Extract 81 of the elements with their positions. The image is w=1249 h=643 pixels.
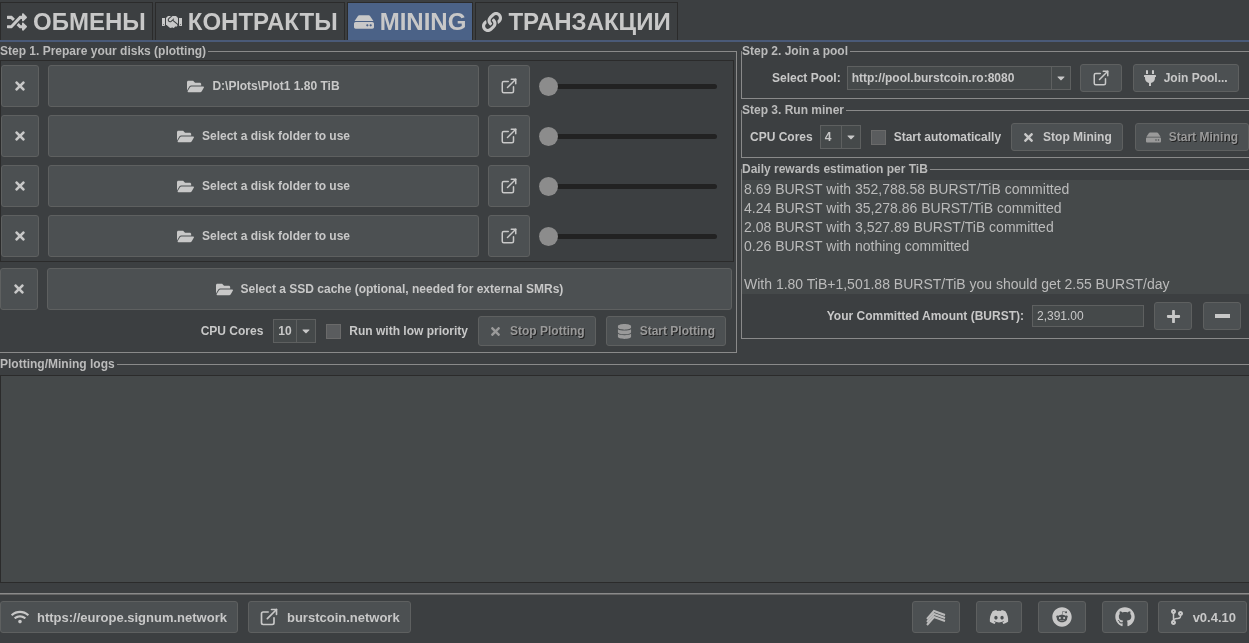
folder-button[interactable]: Select a disk folder to use <box>48 115 479 157</box>
reward-line: 2.08 BURST with 3,527.89 BURST/TiB committed <box>744 218 1055 237</box>
open-button[interactable] <box>1079 64 1122 92</box>
pool-label: Select Pool: <box>772 71 841 85</box>
tab[interactable]: КОНТРАКТЫ <box>154 2 345 40</box>
logo-button[interactable] <box>911 601 960 633</box>
close-icon <box>13 179 27 193</box>
external-link-icon <box>500 227 518 245</box>
committed-amount-field[interactable]: 2,391.00 <box>1032 305 1144 327</box>
close-icon <box>13 229 27 243</box>
close-icon <box>13 79 27 93</box>
panel-title: Step 2. Join a pool <box>742 44 849 58</box>
open-button[interactable] <box>488 65 530 107</box>
remove-button[interactable] <box>1 165 39 207</box>
folder-button[interactable]: D:\Plots\Plot1 1.80 TiB <box>48 65 479 107</box>
close-icon <box>12 282 26 296</box>
wifi-icon <box>11 608 29 626</box>
cat-icon <box>1114 607 1135 627</box>
slider[interactable] <box>539 176 717 196</box>
link-icon <box>482 11 503 32</box>
external-link-icon <box>500 77 518 95</box>
chat-bubble-icon <box>988 607 1009 627</box>
slider[interactable] <box>539 76 717 96</box>
panel-title: Step 1. Prepare your disks (plotting) <box>0 44 208 58</box>
external-link-icon <box>500 127 518 145</box>
join-pool-button[interactable]: Join Pool... <box>1132 64 1239 92</box>
external-link-icon <box>258 607 279 627</box>
panel-title: Plotting/Mining logs <box>0 357 116 371</box>
close-icon <box>13 129 27 143</box>
tab[interactable]: ТРАНЗАКЦИИ <box>475 2 678 40</box>
database-icon <box>616 323 632 339</box>
slider[interactable] <box>539 226 717 246</box>
checkbox-label: Run with low priority <box>349 324 468 338</box>
tab[interactable]: MINING <box>346 2 474 40</box>
cpu-cores-label: CPU Cores <box>200 324 264 338</box>
checkbox[interactable] <box>326 323 342 339</box>
open-button[interactable] <box>488 165 530 207</box>
minus-icon <box>1214 314 1230 318</box>
remove-button[interactable] <box>1 115 39 157</box>
close-icon <box>489 324 502 338</box>
subtract-button[interactable] <box>1203 302 1241 330</box>
discord-button[interactable] <box>975 601 1022 633</box>
stop-mining-button[interactable]: Stop Mining <box>1011 123 1123 151</box>
folder-button[interactable]: Select a disk folder to use <box>48 165 479 207</box>
cpu-cores-dropdown[interactable]: 4 <box>819 125 861 149</box>
committed-amount-label: Your Committed Amount (BURST): <box>826 309 1024 323</box>
folder-button[interactable]: Select a disk folder to use <box>48 215 479 257</box>
external-link-icon <box>1091 69 1110 87</box>
reddit-button[interactable] <box>1037 601 1086 633</box>
website-link-button[interactable]: burstcoin.network <box>247 601 411 633</box>
pool-dropdown[interactable]: http://pool.burstcoin.ro:8080 <box>846 66 1071 90</box>
remove-button[interactable] <box>1 215 39 257</box>
external-link-icon <box>500 177 518 195</box>
layers-icon <box>924 607 947 627</box>
shuffle-icon <box>7 11 27 32</box>
plus-icon <box>1165 308 1181 324</box>
tab[interactable]: ОБМЕНЫ <box>0 2 153 40</box>
plug-icon <box>1143 70 1156 86</box>
close-icon <box>1022 130 1036 144</box>
panel-title: Step 3. Run miner <box>742 103 846 117</box>
reward-line: 8.69 BURST with 352,788.58 BURST/TiB committed <box>744 180 1071 199</box>
add-button[interactable] <box>1154 302 1192 330</box>
checkbox-label: Start automatically <box>893 130 1002 144</box>
github-button[interactable] <box>1101 601 1148 633</box>
remove-button[interactable] <box>0 268 38 310</box>
open-button[interactable] <box>488 215 530 257</box>
reward-summary: With 1.80 TiB+1,501.88 BURST/TiB you should get 2.55 BURST/day <box>744 275 1171 294</box>
ssd-cache-button[interactable]: Select a SSD cache (optional, needed for external SMRs) <box>47 268 732 310</box>
reward-line: 4.24 BURST with 35,278.86 BURST/TiB committed <box>744 199 1063 218</box>
alien-icon <box>1051 607 1072 627</box>
version-button[interactable]: v0.4.10 <box>1157 601 1247 633</box>
remove-button[interactable] <box>1 65 39 107</box>
node-link-button[interactable]: https://europe.signum.network <box>0 601 238 633</box>
cpu-cores-label: CPU Cores <box>750 130 813 144</box>
reward-line: 0.26 BURST with nothing committed <box>744 237 971 256</box>
checkbox[interactable] <box>870 129 886 145</box>
cpu-cores-dropdown[interactable]: 10 <box>273 319 317 343</box>
slider[interactable] <box>539 126 717 146</box>
panel-title: Daily rewards estimation per TiB <box>742 162 929 176</box>
open-button[interactable] <box>488 115 530 157</box>
branch-icon <box>1168 609 1185 625</box>
